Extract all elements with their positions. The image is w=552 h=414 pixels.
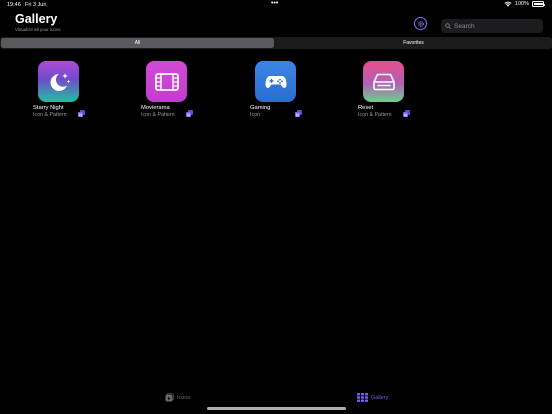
item-name: Reset — [358, 105, 374, 111]
film-icon[interactable] — [146, 61, 187, 102]
gamecontroller-icon[interactable] — [255, 61, 296, 102]
tab-gallery-label: Gallery — [371, 394, 389, 401]
tab-gallery[interactable]: Gallery — [357, 393, 388, 402]
home-indicator[interactable] — [207, 407, 346, 410]
search-input[interactable] — [454, 22, 534, 30]
pattern-badge-icon — [295, 110, 302, 117]
item-type: Icon & Pattern — [33, 112, 67, 118]
pattern-badge-icon — [403, 110, 410, 117]
status-bar: 19:46 Fri 3 Jun ••• 100% — [0, 0, 552, 10]
gear-icon — [417, 20, 424, 27]
moon-stars-icon[interactable] — [38, 61, 79, 102]
item-type: Icon — [250, 112, 261, 118]
segment-all[interactable]: All — [1, 38, 274, 48]
settings-button[interactable] — [414, 17, 427, 30]
battery-fill — [533, 2, 543, 6]
tab-bar: Icons Gallery — [0, 388, 552, 414]
battery-icon — [532, 1, 545, 7]
page-title: Gallery — [15, 12, 58, 26]
item-type: Icon & Pattern — [358, 112, 392, 118]
item-name: Starry Night — [33, 105, 64, 111]
tab-icons[interactable]: Icons — [165, 393, 190, 402]
search-icon — [445, 23, 451, 29]
status-date: Fri 3 Jun — [25, 2, 47, 8]
item-type: Icon & Pattern — [141, 112, 175, 118]
wifi-icon — [504, 1, 512, 7]
tab-icons-label: Icons — [177, 394, 191, 401]
pattern-badge-icon — [186, 110, 193, 117]
grid-icon — [357, 393, 368, 402]
multitasking-dots-icon[interactable]: ••• — [271, 0, 278, 7]
segment-favorites[interactable]: Favorites — [276, 38, 551, 48]
status-time: 19:46 — [7, 2, 21, 8]
app-icon-tab-icon — [165, 393, 174, 402]
pattern-badge-icon — [78, 110, 85, 117]
search-field[interactable] — [441, 19, 543, 33]
page-subtitle: Visualize all your icons — [15, 27, 61, 32]
battery-percent: 100% — [514, 1, 529, 7]
gallery-screen: 19:46 Fri 3 Jun ••• 100% Gallery Visuali… — [0, 0, 552, 414]
status-right: 100% — [504, 1, 545, 7]
drive-icon[interactable] — [363, 61, 404, 102]
item-name: Movierama — [141, 105, 170, 111]
segmented-control: All Favorites — [0, 37, 552, 49]
item-name: Gaming — [250, 105, 271, 111]
